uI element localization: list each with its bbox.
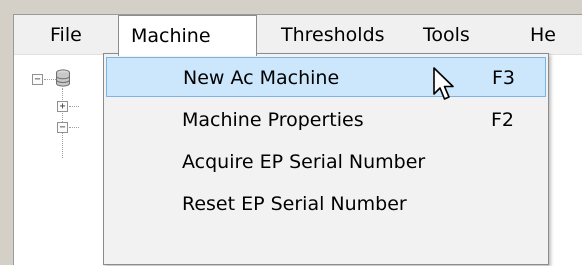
tree-child-expand-toggle[interactable]: + [57, 101, 68, 112]
menu-item-label: Reset EP Serial Number [182, 193, 407, 215]
menu-item-acquire-ep-serial-number[interactable]: Acquire EP Serial Number [106, 142, 546, 182]
menu-thresholds[interactable]: Thresholds [269, 15, 397, 55]
menu-item-new-ac-machine[interactable]: New Ac Machine F3 [106, 57, 546, 97]
collapse-icon: − [59, 122, 66, 133]
database-icon [56, 69, 70, 87]
tree-root-collapse-toggle[interactable]: − [32, 74, 43, 85]
tree-child-collapse-toggle[interactable]: − [57, 122, 68, 133]
menu-item-reset-ep-serial-number[interactable]: Reset EP Serial Number [106, 184, 546, 224]
menu-item-shortcut: F2 [491, 109, 515, 131]
menu-help[interactable]: He [518, 15, 568, 55]
machine-dropdown-menu: New Ac Machine F3 Machine Properties F2 … [103, 53, 549, 265]
menu-item-machine-properties[interactable]: Machine Properties F2 [106, 100, 546, 140]
menu-item-label: Acquire EP Serial Number [182, 151, 426, 173]
menu-item-label: New Ac Machine [183, 67, 340, 89]
menu-file[interactable]: File [38, 15, 94, 55]
tree-connector [69, 127, 79, 128]
collapse-icon: − [34, 74, 41, 85]
menu-bar: File Machine Thresholds Tools He [14, 15, 582, 56]
mouse-cursor-icon [433, 67, 454, 100]
menu-machine[interactable]: Machine [118, 15, 257, 56]
menu-item-label: Machine Properties [182, 109, 364, 131]
tree-connector [69, 106, 79, 107]
expand-icon: + [59, 101, 66, 112]
menu-item-shortcut: F3 [492, 67, 516, 89]
screenshot-frame: File Machine Thresholds Tools He − + − N… [0, 0, 582, 266]
menu-tools[interactable]: Tools [411, 15, 482, 55]
